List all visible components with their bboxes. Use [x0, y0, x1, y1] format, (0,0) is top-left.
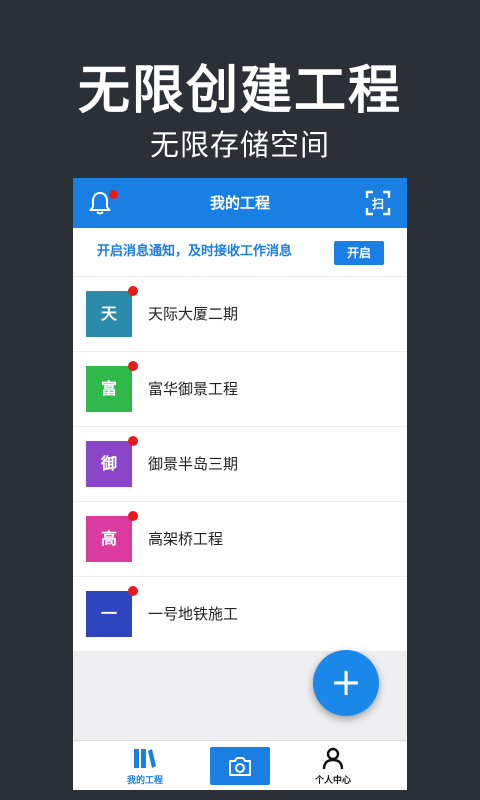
unread-dot [128, 586, 138, 596]
project-avatar: 天 [86, 286, 138, 337]
unread-dot [128, 286, 138, 296]
unread-dot [128, 436, 138, 446]
project-avatar: 一 [86, 586, 138, 637]
tab-profile[interactable]: 个人中心 [301, 741, 365, 790]
list-item[interactable]: 天 天际大厦二期 [73, 277, 407, 352]
list-item[interactable]: 富 富华御景工程 [73, 352, 407, 427]
unread-dot [128, 361, 138, 371]
notification-banner: 开启消息通知，及时接收工作消息 开启 [73, 228, 407, 277]
hero-subtitle: 无限存储空间 [149, 128, 330, 162]
camera-button[interactable] [210, 747, 270, 785]
project-name: 高架桥工程 [148, 530, 224, 548]
books-icon [134, 749, 156, 768]
app-header: 我的工程 扫 [73, 178, 407, 228]
bottom-navigation: 我的工程 个人中心 [73, 740, 407, 790]
project-name: 天际大厦二期 [148, 305, 239, 323]
project-avatar: 富 [86, 361, 138, 412]
project-avatar: 御 [86, 436, 138, 487]
tab-profile-label: 个人中心 [314, 776, 351, 786]
project-name: 御景半岛三期 [148, 455, 239, 473]
hero-title: 无限创建工程 [77, 61, 402, 121]
tab-my-projects[interactable]: 我的工程 [113, 741, 177, 790]
enable-notification-button[interactable]: 开启 [334, 241, 384, 265]
project-name: 一号地铁施工 [148, 605, 239, 623]
person-icon [322, 747, 344, 770]
list-item[interactable]: 一 一号地铁施工 [73, 577, 407, 652]
plus-icon: + [330, 660, 362, 704]
project-avatar: 高 [86, 511, 138, 562]
camera-icon [229, 757, 251, 776]
app-title: 我的工程 [209, 194, 270, 212]
unread-dot [128, 511, 138, 521]
list-item[interactable]: 高 高架桥工程 [73, 502, 407, 577]
scan-icon[interactable]: 扫 [365, 190, 391, 216]
svg-text:扫: 扫 [372, 196, 384, 211]
list-item[interactable]: 御 御景半岛三期 [73, 427, 407, 502]
project-list: 天 天际大厦二期 富 富华御景工程 御 御景半岛三期 高 高架桥工程 一 一号地… [73, 277, 407, 652]
app-screen: 我的工程 扫 开启消息通知，及时接收工作消息 开启 天 天际大厦二期 富 富华御… [73, 178, 407, 790]
notification-text: 开启消息通知，及时接收工作消息 [97, 244, 293, 259]
bell-badge [109, 190, 118, 199]
tab-my-projects-label: 我的工程 [126, 776, 163, 786]
project-name: 富华御景工程 [148, 380, 239, 398]
add-project-button[interactable]: + [313, 650, 379, 716]
